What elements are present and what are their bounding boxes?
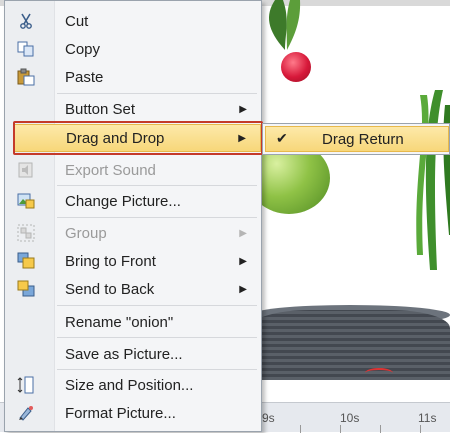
menu-item-label: Copy: [65, 40, 101, 58]
menu-item-label: Group: [65, 224, 107, 242]
menu-separator: [57, 93, 257, 94]
menu-item-label: Paste: [65, 68, 104, 86]
green-beans-image[interactable]: [405, 85, 450, 275]
menu-item-send-to-back[interactable]: Send to Back ▶: [5, 275, 261, 303]
scissors-icon: [17, 12, 35, 30]
menu-item-size-and-position[interactable]: Size and Position...: [5, 371, 261, 399]
group-icon: [17, 224, 35, 242]
send-to-back-icon: [17, 280, 35, 298]
basket-image[interactable]: [250, 310, 450, 380]
menu-separator: [57, 305, 257, 306]
size-position-icon: [17, 376, 35, 394]
menu-separator: [57, 337, 257, 338]
menu-item-bring-to-front[interactable]: Bring to Front ▶: [5, 247, 261, 275]
menu-item-label: Rename "onion": [65, 313, 174, 331]
menu-item-label: Send to Back: [65, 280, 155, 298]
menu-item-label: Change Picture...: [65, 192, 181, 210]
menu-item-label: Cut: [65, 12, 89, 30]
copy-icon: [17, 40, 35, 58]
submenu-arrow-icon: ▶: [239, 283, 247, 295]
submenu-arrow-icon: ▶: [239, 227, 247, 239]
menu-separator: [57, 369, 257, 370]
submenu-item-label: Drag Return: [322, 131, 404, 148]
menu-item-group[interactable]: Group ▶: [5, 219, 261, 247]
menu-item-save-as-picture[interactable]: Save as Picture...: [5, 340, 261, 368]
submenu-arrow-icon: ▶: [239, 103, 247, 115]
menu-item-button-set[interactable]: Button Set ▶: [5, 95, 261, 123]
timeline-label: 11s: [418, 411, 437, 425]
submenu-item-drag-return[interactable]: ✔ Drag Return: [265, 126, 449, 152]
context-menu: Cut Copy Paste Button Set ▶ Drag and Dro…: [4, 0, 263, 432]
radish-image[interactable]: [281, 52, 311, 82]
menu-item-label: Button Set: [65, 100, 136, 118]
menu-item-change-picture[interactable]: Change Picture...: [5, 187, 261, 215]
drag-and-drop-submenu: ✔ Drag Return: [262, 123, 450, 155]
menu-separator: [57, 217, 257, 218]
menu-item-label: Format Picture...: [65, 404, 176, 422]
paste-icon: [17, 68, 35, 86]
timeline-label: 10s: [340, 411, 360, 425]
menu-item-label: Bring to Front: [65, 252, 156, 270]
highlight-annotation-box: [13, 121, 263, 155]
menu-item-label: Export Sound: [65, 161, 156, 179]
menu-item-rename[interactable]: Rename "onion": [5, 308, 261, 336]
bring-to-front-icon: [17, 252, 35, 270]
menu-item-label: Size and Position...: [65, 376, 194, 394]
export-sound-icon: [17, 161, 35, 179]
menu-item-cut[interactable]: Cut: [5, 7, 261, 35]
menu-item-format-picture[interactable]: Format Picture...: [5, 399, 261, 427]
red-mark: [365, 368, 393, 378]
timeline-label: 9s: [262, 411, 275, 425]
format-picture-icon: [17, 404, 35, 422]
checkmark-icon: ✔: [276, 130, 288, 146]
menu-item-copy[interactable]: Copy: [5, 35, 261, 63]
radish-leaves-image: [269, 0, 301, 50]
menu-item-label: Save as Picture...: [65, 345, 183, 363]
menu-separator: [57, 185, 257, 186]
menu-item-paste[interactable]: Paste: [5, 63, 261, 91]
change-picture-icon: [17, 192, 35, 210]
menu-item-export-sound[interactable]: Export Sound: [5, 156, 261, 184]
submenu-arrow-icon: ▶: [239, 255, 247, 267]
